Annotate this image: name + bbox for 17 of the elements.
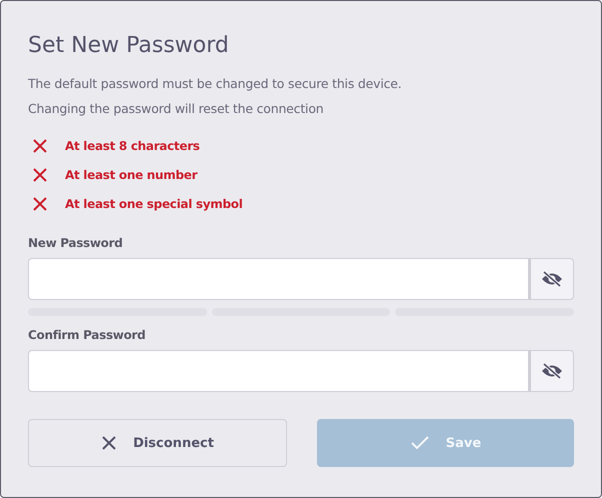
visibility-toggle[interactable] — [529, 258, 574, 300]
field-label: Confirm Password — [28, 328, 146, 342]
requirement-text: At least one special symbol — [65, 197, 243, 211]
password-field[interactable] — [28, 258, 529, 300]
requirement-text: At least one number — [65, 168, 198, 182]
check-icon — [410, 435, 430, 451]
description-text: Changing the password will reset the connection — [28, 100, 324, 118]
close-icon — [101, 435, 118, 451]
disconnect-button[interactable]: Disconnect — [28, 419, 287, 467]
requirement-text: At least 8 characters — [65, 139, 200, 153]
eye-slash-icon — [541, 363, 563, 379]
field-label: New Password — [28, 236, 124, 250]
eye-slash-icon — [541, 271, 563, 287]
dialog-title: Set New Password — [28, 32, 230, 60]
password-field[interactable] — [28, 350, 529, 392]
description-text: The default password must be changed to secure this device. — [28, 75, 403, 93]
visibility-toggle[interactable] — [529, 350, 574, 392]
